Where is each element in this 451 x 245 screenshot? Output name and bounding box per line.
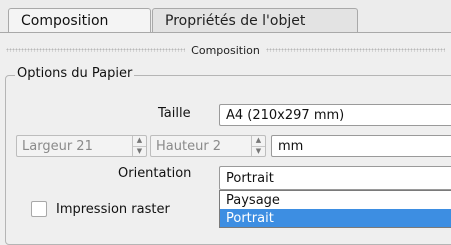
size-value: A4 (210x297 mm) <box>226 107 345 123</box>
tab-item-properties-label: Propriétés de l'objet <box>165 12 306 29</box>
width-spin-buttons[interactable]: ▲ ▼ <box>132 136 146 156</box>
height-spinbox[interactable]: Hauteur 2 ▲ ▼ <box>150 135 266 157</box>
spin-up-icon[interactable]: ▲ <box>252 136 265 147</box>
height-value: Hauteur 2 <box>156 138 222 154</box>
spin-down-icon[interactable]: ▼ <box>133 147 146 157</box>
orientation-dropdown-list: Paysage Portrait <box>219 190 451 228</box>
orientation-value: Portrait <box>226 170 274 186</box>
width-value: Largeur 21 <box>22 138 93 154</box>
header-dots-right <box>265 48 446 52</box>
size-combo[interactable]: A4 (210x297 mm) <box>219 104 451 126</box>
unit-value: mm <box>278 138 304 154</box>
orientation-combo[interactable]: Portrait <box>219 166 451 190</box>
option-portrait[interactable]: Portrait <box>220 209 451 227</box>
spin-up-icon[interactable]: ▲ <box>133 136 146 147</box>
orientation-label: Orientation <box>118 166 192 181</box>
tab-divider <box>0 32 451 33</box>
spin-down-icon[interactable]: ▼ <box>252 147 265 157</box>
header-dots-left <box>6 48 186 52</box>
paper-options-title: Options du Papier <box>15 66 135 81</box>
section-title: Composition <box>191 43 260 57</box>
tab-composition[interactable]: Composition <box>8 8 151 32</box>
raster-label: Impression raster <box>56 202 170 217</box>
tab-composition-label: Composition <box>21 12 109 29</box>
section-header: Composition <box>0 41 451 59</box>
tab-item-properties[interactable]: Propriétés de l'objet <box>152 8 358 32</box>
unit-combo[interactable]: mm <box>271 135 451 157</box>
raster-checkbox[interactable] <box>31 201 47 217</box>
option-landscape[interactable]: Paysage <box>220 191 451 209</box>
height-spin-buttons[interactable]: ▲ ▼ <box>251 136 265 156</box>
size-label: Taille <box>158 106 191 121</box>
width-spinbox[interactable]: Largeur 21 ▲ ▼ <box>16 135 147 157</box>
